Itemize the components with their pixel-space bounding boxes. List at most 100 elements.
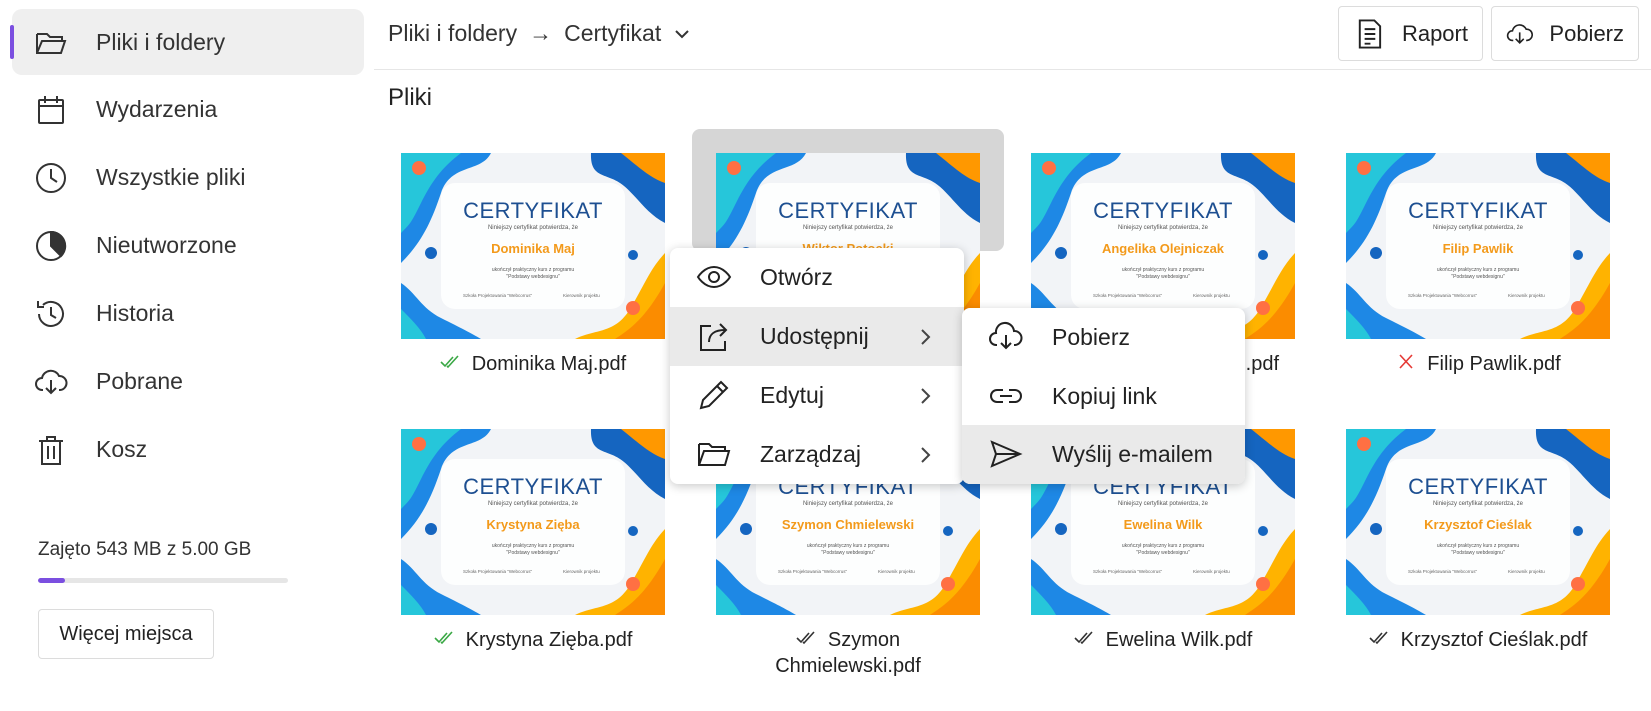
storage-progress-bar [38,578,288,583]
folder-open-icon [696,436,732,472]
file-name: Ewelina Wilk.pdf [1105,629,1253,651]
file-thumbnail[interactable]: CERTYFIKAT Niniejszy certyfikat potwierdz… [1346,153,1610,339]
storage-usage-text: Zajęto 543 MB z 5.00 GB [38,539,252,560]
certificate-subtitle: Niniejszy certyfikat potwierdza, że [802,501,894,507]
menu-item-otworz[interactable]: Otwórz [670,248,964,307]
certificate-line: "Podstawy webdesignu" [1136,274,1190,280]
file-name: Krzysztof Cieślak.pdf [1400,629,1588,651]
section-title: Pliki [388,84,433,111]
cloud-download-icon [1506,23,1533,44]
status-indicator [1369,627,1391,653]
chevron-down-icon[interactable] [671,23,693,45]
certificate-line: ukończył praktyczny kurs z programu [1436,543,1520,549]
certificate-signature: Kierownik projektu [1508,293,1545,298]
menu-item-zarzadzaj[interactable]: Zarządzaj [670,425,964,484]
file-card[interactable]: CERTYFIKAT Niniejszy certyfikat potwierdz… [401,429,665,653]
sidebar-item-pliki-i-foldery[interactable]: Pliki i foldery [10,9,364,75]
file-caption[interactable]: Szymon Chmielewski.pdf [716,627,980,679]
submenu-item-label: Pobierz [1052,324,1130,350]
file-caption[interactable]: Filip Pawlik.pdf [1346,351,1610,377]
certificate-title: CERTYFIKAT [778,198,918,223]
certificate-title: CERTYFIKAT [1408,198,1548,223]
file-thumbnail[interactable]: CERTYFIKAT Niniejszy certyfikat potwierdz… [401,429,665,615]
status-indicator [796,627,818,653]
breadcrumb: Pliki i foldery → Certyfikat [388,20,693,47]
certificate-signature: Kierownik projektu [563,293,600,298]
sidebar-item-wydarzenia[interactable]: Wydarzenia [12,76,364,142]
file-card[interactable]: CERTYFIKAT Niniejszy certyfikat potwierdz… [401,153,665,377]
certificate-recipient: Ewelina Wilk [1123,517,1203,532]
file-card[interactable]: CERTYFIKAT Niniejszy certyfikat potwierdz… [1346,153,1610,377]
menu-item-label: Otwórz [760,264,833,290]
calendar-icon [34,93,68,127]
file-caption[interactable]: Dominika Maj.pdf [401,351,665,377]
context-menu: Otwórz Udostępnij Edytuj Zarządzaj [670,248,964,484]
certificate-recipient: Dominika Maj [491,241,575,256]
certificate-line: ukończył praktyczny kurs z programu [1436,267,1520,273]
status-indicator [440,351,462,377]
eye-icon [696,259,732,295]
sidebar-item-wszystkie-pliki[interactable]: Wszystkie pliki [12,144,364,210]
certificate-line: "Podstawy webdesignu" [506,550,560,556]
certificate-line: "Podstawy webdesignu" [1136,550,1190,556]
certificate-recipient: Angelika Olejniczak [1101,241,1225,256]
file-caption[interactable]: Krystyna Zięba.pdf [401,627,665,653]
menu-item-udostepnij[interactable]: Udostępnij [670,307,964,366]
raport-button-label: Raport [1401,20,1468,46]
sidebar-item-label: Wydarzenia [96,95,218,122]
certificate-subtitle: Niniejszy certyfikat potwierdza, że [1432,225,1524,231]
certificate-subtitle: Niniejszy certyfikat potwierdza, że [1117,501,1209,507]
download-button-label: Pobierz [1549,20,1624,46]
chevron-right-icon [921,328,931,345]
download-button[interactable]: Pobierz [1491,6,1639,61]
submenu-item-kopiuj-link[interactable]: Kopiuj link [962,367,1245,426]
file-caption[interactable]: Krzysztof Cieślak.pdf [1346,627,1610,653]
certificate-subtitle: Niniejszy certyfikat potwierdza, że [487,501,579,507]
pie-chart-icon [34,229,68,263]
chevron-right-icon [921,387,931,404]
certificate-signature: Kierownik projektu [563,569,600,574]
file-name: Dominika Maj.pdf [471,353,627,375]
file-name: Filip Pawlik.pdf [1427,353,1561,375]
sidebar-item-label: Pliki i foldery [96,28,226,55]
certificate-recipient: Krystyna Zięba [486,517,580,532]
link-icon [988,378,1024,414]
file-caption[interactable]: Ewelina Wilk.pdf [1031,627,1295,653]
status-indicator [1074,627,1096,653]
certificate-signature: Kierownik projektu [1508,569,1545,574]
double-check-icon [1074,631,1093,645]
pencil-icon [696,377,732,413]
sidebar-item-historia[interactable]: Historia [12,280,364,346]
status-indicator [1395,351,1417,377]
certificate-subtitle: Niniejszy certyfikat potwierdza, że [487,225,579,231]
breadcrumb-current[interactable]: Certyfikat [564,20,661,47]
breadcrumb-separator: → [529,20,553,46]
double-check-icon [440,355,459,369]
certificate-line: "Podstawy webdesignu" [821,550,875,556]
sidebar-item-nieutworzone[interactable]: Nieutworzone [12,212,364,278]
sidebar-item-kosz[interactable]: Kosz [12,416,364,482]
certificate-signature: Kierownik projektu [1193,293,1230,298]
submenu-item-wyslij-e-mailem[interactable]: Wyślij e-mailem [962,425,1245,484]
sidebar-item-label: Wszystkie pliki [96,163,246,190]
more-space-button[interactable]: Więcej miejsca [38,609,214,659]
cloud-download-icon [34,365,68,399]
file-card[interactable]: CERTYFIKAT Niniejszy certyfikat potwierdz… [1346,429,1610,653]
certificate-signature: Szkoła Projektowania "Webcorrus" [463,569,533,574]
certificate-signature: Kierownik projektu [878,569,915,574]
menu-item-label: Edytuj [760,382,824,408]
close-icon [1399,354,1413,369]
certificate-line: "Podstawy webdesignu" [1451,550,1505,556]
certificate-title: CERTYFIKAT [463,474,603,499]
certificate-title: CERTYFIKAT [1093,198,1233,223]
raport-button[interactable]: Raport [1338,6,1483,61]
file-thumbnail[interactable]: CERTYFIKAT Niniejszy certyfikat potwierdz… [1346,429,1610,615]
submenu-item-label: Wyślij e-mailem [1052,441,1213,467]
sidebar-item-pobrane[interactable]: Pobrane [12,348,364,414]
breadcrumb-root[interactable]: Pliki i foldery [388,20,517,47]
submenu-item-pobierz[interactable]: Pobierz [962,308,1245,367]
file-thumbnail[interactable]: CERTYFIKAT Niniejszy certyfikat potwierdz… [401,153,665,339]
certificate-signature: Szkoła Projektowania "Webcorrus" [778,569,848,574]
certificate-signature: Kierownik projektu [1193,569,1230,574]
menu-item-edytuj[interactable]: Edytuj [670,366,964,425]
